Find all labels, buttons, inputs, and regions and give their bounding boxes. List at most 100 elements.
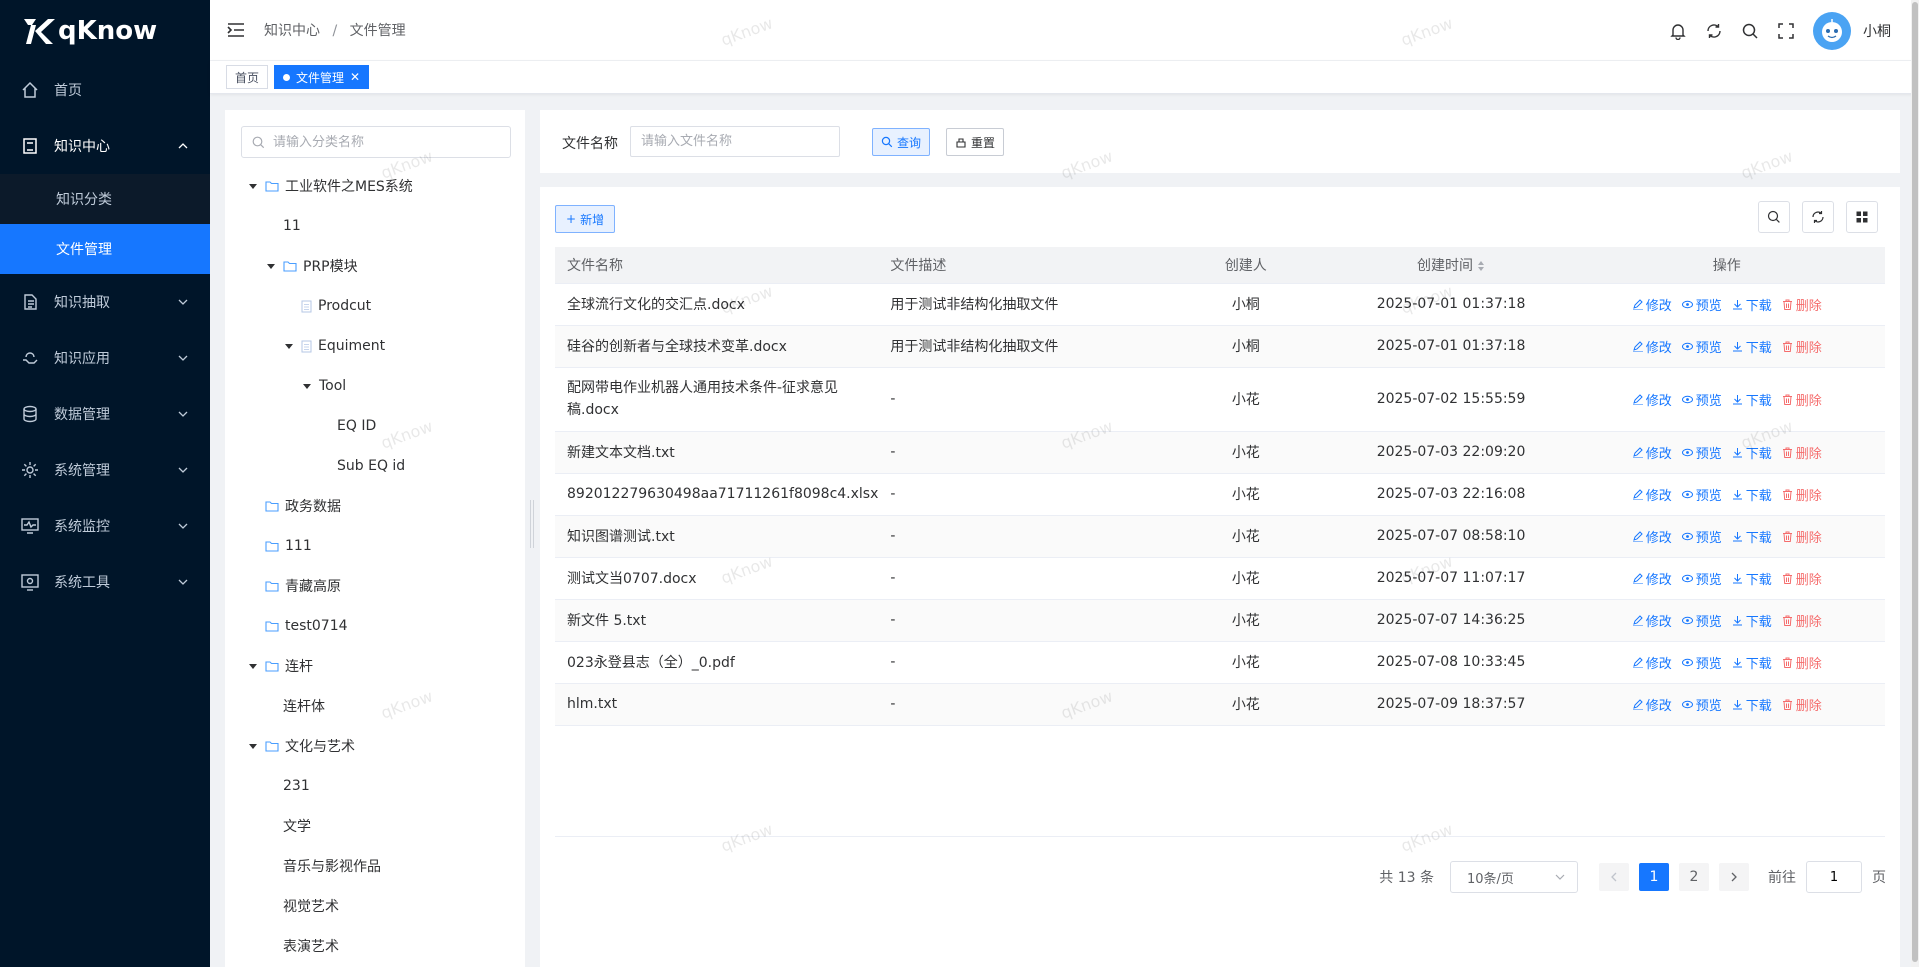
tree-node[interactable]: 连杆: [247, 654, 313, 678]
next-page-button[interactable]: [1719, 863, 1749, 891]
breadcrumb-item-knowledge-center[interactable]: 知识中心: [264, 23, 320, 39]
sidebar-subitem-1[interactable]: 文件管理: [0, 224, 210, 274]
preview-button[interactable]: 预览: [1681, 653, 1722, 672]
preview-button[interactable]: 预览: [1681, 527, 1722, 546]
download-button[interactable]: 下载: [1732, 295, 1772, 314]
tree-node[interactable]: Sub EQ id: [319, 454, 405, 478]
delete-button[interactable]: 删除: [1782, 485, 1822, 504]
bell-icon[interactable]: [1669, 22, 1687, 40]
close-icon[interactable]: ✕: [350, 70, 360, 84]
edit-button[interactable]: 修改: [1632, 485, 1672, 504]
delete-button[interactable]: 删除: [1782, 295, 1822, 314]
download-button[interactable]: 下载: [1732, 569, 1772, 588]
edit-button[interactable]: 修改: [1632, 569, 1672, 588]
username[interactable]: 小桐: [1863, 21, 1891, 41]
edit-button[interactable]: 修改: [1632, 527, 1672, 546]
preview-button[interactable]: 预览: [1681, 695, 1722, 714]
download-button[interactable]: 下载: [1732, 485, 1772, 504]
tree-node[interactable]: Prodcut: [283, 294, 371, 318]
refresh-icon[interactable]: [1705, 22, 1723, 40]
preview-button[interactable]: 预览: [1681, 390, 1722, 409]
delete-button[interactable]: 删除: [1782, 390, 1822, 409]
panel-resize-handle[interactable]: [530, 500, 534, 548]
sort-icon[interactable]: [1477, 260, 1485, 272]
download-button[interactable]: 下载: [1732, 390, 1772, 409]
tree-node[interactable]: test0714: [247, 614, 348, 638]
preview-button[interactable]: 预览: [1681, 443, 1722, 462]
tab-file-management[interactable]: 文件管理 ✕: [274, 65, 370, 89]
search-icon[interactable]: [1741, 22, 1759, 40]
goto-page-input[interactable]: [1806, 861, 1862, 893]
sidebar-item-3[interactable]: 知识应用: [0, 330, 210, 386]
download-button[interactable]: 下载: [1732, 337, 1772, 356]
tree-node[interactable]: 视觉艺术: [265, 894, 339, 918]
category-search-input[interactable]: [273, 134, 493, 150]
edit-button[interactable]: 修改: [1632, 695, 1672, 714]
sidebar-item-4[interactable]: 数据管理: [0, 386, 210, 442]
tree-node[interactable]: Equiment: [283, 334, 385, 358]
caret-down-icon[interactable]: [247, 180, 259, 192]
download-button[interactable]: 下载: [1732, 653, 1772, 672]
tab-home[interactable]: 首页: [226, 65, 269, 89]
reset-button[interactable]: 重置: [946, 128, 1005, 156]
sidebar-item-6[interactable]: 系统监控: [0, 498, 210, 554]
delete-button[interactable]: 删除: [1782, 569, 1822, 588]
edit-button[interactable]: 修改: [1632, 295, 1672, 314]
tree-node[interactable]: Tool: [301, 374, 346, 398]
tree-node[interactable]: PRP模块: [265, 254, 358, 278]
tree-node[interactable]: 231: [265, 774, 310, 798]
sidebar-item-7[interactable]: 系统工具: [0, 554, 210, 610]
tree-node[interactable]: 工业软件之MES系统: [247, 174, 413, 198]
caret-down-icon[interactable]: [265, 260, 277, 272]
download-button[interactable]: 下载: [1732, 611, 1772, 630]
preview-button[interactable]: 预览: [1681, 295, 1722, 314]
refresh-button[interactable]: [1802, 201, 1834, 233]
edit-button[interactable]: 修改: [1632, 611, 1672, 630]
tree-node[interactable]: EQ ID: [319, 414, 376, 438]
tree-node[interactable]: 连杆体: [265, 694, 325, 718]
caret-down-icon[interactable]: [301, 380, 313, 392]
edit-button[interactable]: 修改: [1632, 337, 1672, 356]
download-button[interactable]: 下载: [1732, 443, 1772, 462]
page-size-select[interactable]: 10条/页: [1450, 861, 1578, 893]
add-button[interactable]: + 新增: [555, 205, 616, 233]
preview-button[interactable]: 预览: [1681, 611, 1722, 630]
page-button-2[interactable]: 2: [1679, 863, 1709, 891]
tree-node[interactable]: 文化与艺术: [247, 734, 355, 758]
preview-button[interactable]: 预览: [1681, 337, 1722, 356]
file-name-input[interactable]: [630, 126, 840, 157]
edit-button[interactable]: 修改: [1632, 443, 1672, 462]
tree-node[interactable]: 表演艺术: [265, 934, 339, 958]
menu-collapse-icon[interactable]: [226, 20, 246, 40]
toggle-search-button[interactable]: [1758, 201, 1790, 233]
page-scrollbar[interactable]: [1911, 0, 1919, 967]
sidebar-item-2[interactable]: 知识抽取: [0, 274, 210, 330]
prev-page-button[interactable]: [1599, 863, 1629, 891]
delete-button[interactable]: 删除: [1782, 527, 1822, 546]
sidebar-item-0[interactable]: 首页: [0, 62, 210, 118]
download-button[interactable]: 下载: [1732, 695, 1772, 714]
sidebar-item-1[interactable]: 知识中心: [0, 118, 210, 174]
edit-button[interactable]: 修改: [1632, 653, 1672, 672]
sidebar-subitem-0[interactable]: 知识分类: [0, 174, 210, 224]
tree-node[interactable]: 111: [247, 534, 312, 558]
delete-button[interactable]: 删除: [1782, 695, 1822, 714]
app-logo[interactable]: qKnow: [0, 0, 210, 62]
tree-node[interactable]: 政务数据: [247, 494, 341, 518]
search-button[interactable]: 查询: [872, 128, 931, 156]
preview-button[interactable]: 预览: [1681, 569, 1722, 588]
tree-node[interactable]: 青藏高原: [247, 574, 341, 598]
delete-button[interactable]: 删除: [1782, 443, 1822, 462]
delete-button[interactable]: 删除: [1782, 611, 1822, 630]
avatar[interactable]: [1813, 11, 1851, 50]
fullscreen-icon[interactable]: [1777, 22, 1795, 40]
tree-node[interactable]: 音乐与影视作品: [265, 854, 381, 878]
caret-down-icon[interactable]: [247, 660, 259, 672]
columns-button[interactable]: [1846, 201, 1878, 233]
tree-node[interactable]: 11: [265, 214, 301, 238]
sidebar-item-5[interactable]: 系统管理: [0, 442, 210, 498]
preview-button[interactable]: 预览: [1681, 485, 1722, 504]
delete-button[interactable]: 删除: [1782, 653, 1822, 672]
edit-button[interactable]: 修改: [1632, 390, 1672, 409]
download-button[interactable]: 下载: [1732, 527, 1772, 546]
